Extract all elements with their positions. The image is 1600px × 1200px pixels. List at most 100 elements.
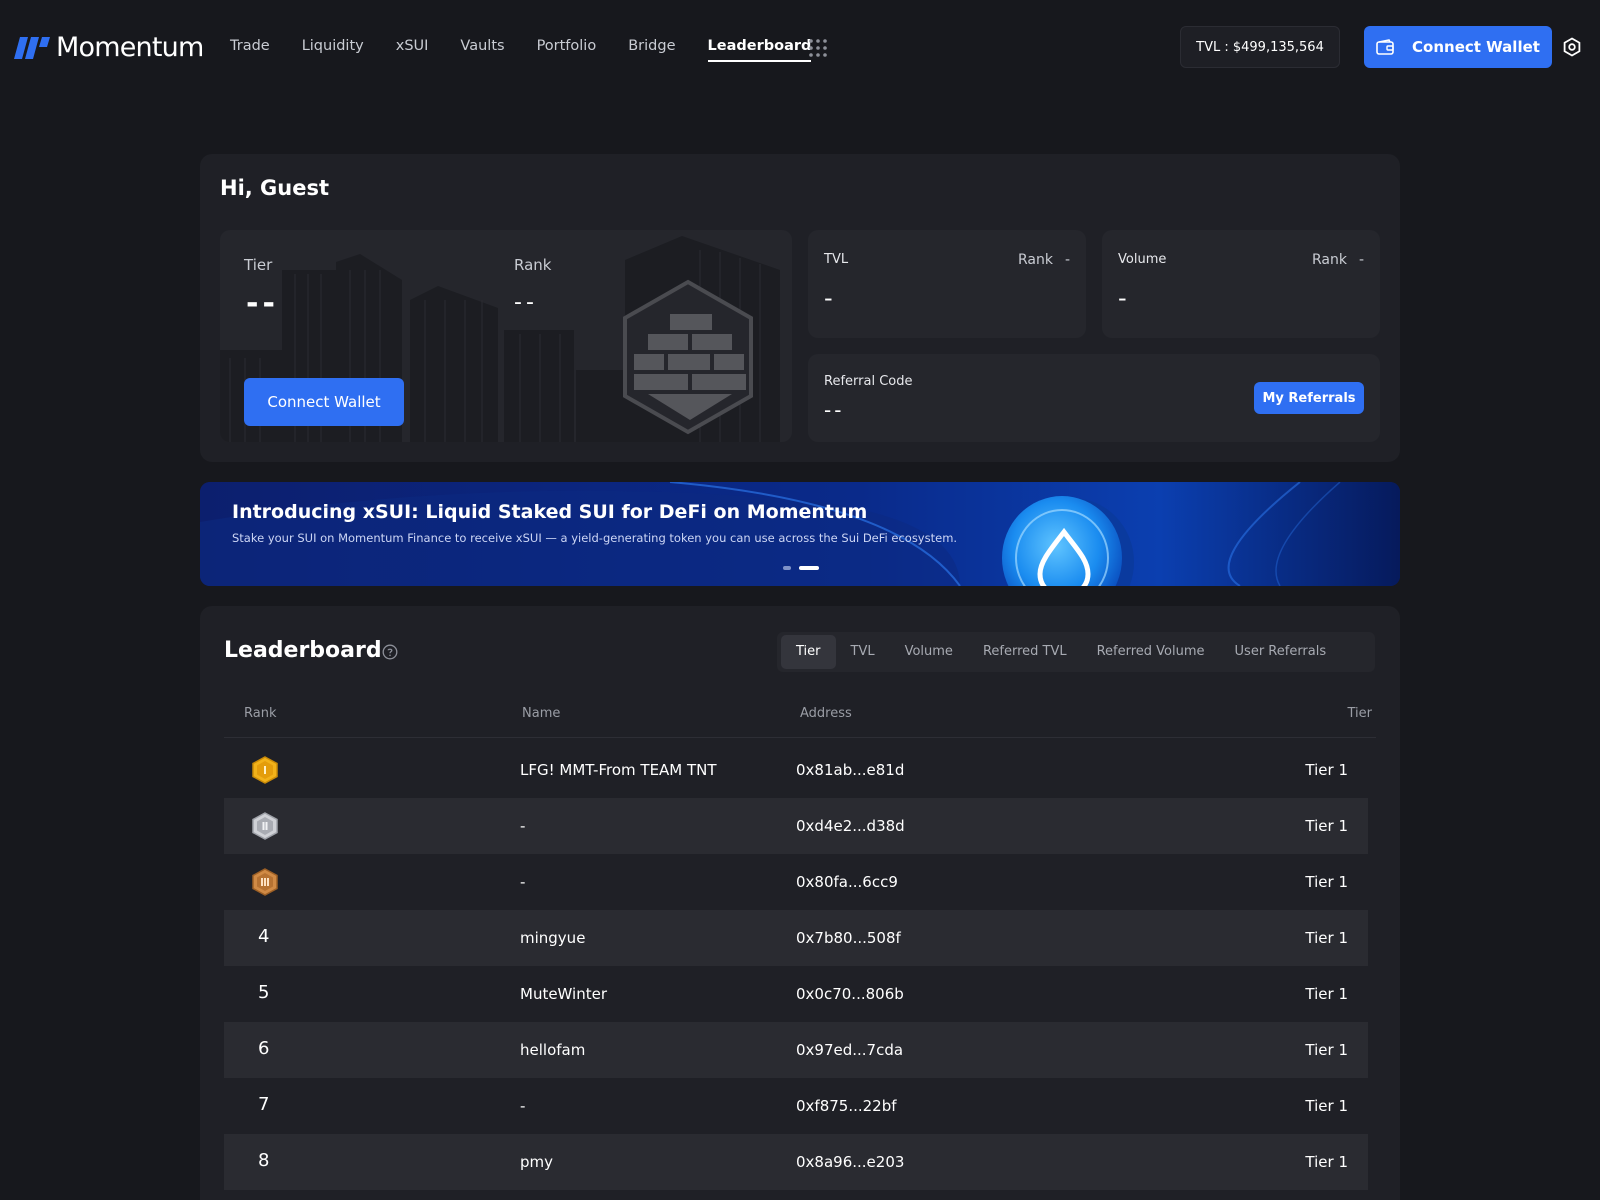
tab-user-referrals[interactable]: User Referrals: [1220, 635, 1342, 669]
column-tier[interactable]: Tier: [1348, 706, 1373, 721]
row-name: -: [520, 873, 526, 891]
greeting-text: Hi, Guest: [220, 176, 330, 200]
row-name: -: [520, 1097, 526, 1115]
apps-grid-icon[interactable]: [809, 39, 827, 57]
silver-medal-icon: [252, 812, 278, 840]
rank-value: --: [514, 290, 538, 315]
column-rank[interactable]: Rank: [244, 706, 276, 721]
row-name: mingyue: [520, 929, 586, 947]
column-name[interactable]: Name: [522, 706, 560, 721]
carousel-dot-2[interactable]: [799, 566, 819, 570]
my-referrals-button[interactable]: My Referrals: [1254, 382, 1364, 414]
tvl-label: TVL: [824, 252, 849, 267]
row-address[interactable]: 0xd4e2...d38d: [796, 817, 905, 835]
nav-vaults[interactable]: Vaults: [460, 36, 504, 62]
table-row[interactable]: LFG! MMT-From TEAM TNT 0x81ab...e81d Tie…: [224, 742, 1368, 798]
volume-rank-value: -: [1358, 252, 1364, 268]
tvl-card: TVL Rank - -: [808, 230, 1086, 338]
volume-rank-label: Rank: [1311, 252, 1347, 268]
row-address[interactable]: 0x8a96...e203: [796, 1153, 904, 1171]
table-header: Rank Name Address Tier: [224, 694, 1376, 738]
row-rank: 8: [258, 1150, 270, 1171]
row-tier: Tier 1: [1305, 1153, 1348, 1171]
column-address[interactable]: Address: [800, 706, 852, 721]
tier-card: Tier -- Rank -- Connect Wallet: [220, 230, 792, 442]
nav-leaderboard[interactable]: Leaderboard: [707, 36, 812, 62]
tab-tvl[interactable]: TVL: [836, 635, 890, 669]
nav-bridge[interactable]: Bridge: [628, 36, 675, 62]
table-row[interactable]: - 0x80fa...6cc9 Tier 1: [224, 854, 1368, 910]
help-icon[interactable]: [382, 644, 398, 660]
row-rank: 7: [258, 1094, 270, 1115]
tab-referred-volume[interactable]: Referred Volume: [1082, 635, 1220, 669]
referral-code-value: --: [824, 398, 845, 422]
row-name: -: [520, 817, 526, 835]
profile-panel: Hi, Guest Tier -- Rank -- Connect Wallet…: [200, 154, 1400, 462]
top-navbar: Momentum Trade Liquidity xSUI Vaults Por…: [0, 0, 1600, 94]
row-tier: Tier 1: [1305, 817, 1348, 835]
bronze-medal-icon: [252, 868, 278, 896]
tvl-display: TVL : $499,135,564: [1180, 26, 1340, 68]
banner-title: Introducing xSUI: Liquid Staked SUI for …: [232, 501, 868, 523]
row-rank: 6: [258, 1038, 270, 1059]
row-address[interactable]: 0x81ab...e81d: [796, 761, 904, 779]
nav-portfolio[interactable]: Portfolio: [537, 36, 597, 62]
row-address[interactable]: 0x0c70...806b: [796, 985, 904, 1003]
row-rank: 5: [258, 982, 270, 1003]
momentum-logo[interactable]: Momentum: [14, 33, 204, 63]
volume-rank: Rank -: [1312, 252, 1364, 268]
row-address[interactable]: 0xf875...22bf: [796, 1097, 897, 1115]
nav-liquidity[interactable]: Liquidity: [302, 36, 364, 62]
leaderboard-section: Leaderboard Tier TVL Volume Referred TVL…: [200, 606, 1400, 1200]
tab-volume[interactable]: Volume: [890, 635, 968, 669]
tier-connect-wallet-button[interactable]: Connect Wallet: [244, 378, 404, 426]
row-name: MuteWinter: [520, 985, 608, 1003]
row-name: pmy: [520, 1153, 554, 1171]
row-address[interactable]: 0x80fa...6cc9: [796, 873, 898, 891]
wallet-icon: [1376, 39, 1394, 55]
referral-card: Referral Code -- My Referrals: [808, 354, 1380, 442]
carousel-dot-1[interactable]: [783, 566, 791, 570]
nav-xsui[interactable]: xSUI: [396, 36, 429, 62]
row-tier: Tier 1: [1305, 929, 1348, 947]
row-address[interactable]: 0x97ed...7cda: [796, 1041, 903, 1059]
table-row[interactable]: 4 mingyue 0x7b80...508f Tier 1: [224, 910, 1368, 966]
connect-wallet-button[interactable]: Connect Wallet: [1364, 26, 1552, 68]
row-tier: Tier 1: [1305, 1097, 1348, 1115]
gold-medal-icon: [252, 756, 278, 784]
momentum-logo-icon: [14, 37, 50, 59]
referral-code-label: Referral Code: [824, 374, 913, 389]
tier-value: --: [246, 286, 279, 321]
table-row[interactable]: 8 pmy 0x8a96...e203 Tier 1: [224, 1134, 1368, 1190]
row-tier: Tier 1: [1305, 873, 1348, 891]
xsui-promo-banner[interactable]: Introducing xSUI: Liquid Staked SUI for …: [200, 482, 1400, 586]
tvl-rank-label: Rank: [1017, 252, 1053, 268]
rank-label: Rank: [514, 256, 552, 274]
row-name: LFG! MMT-From TEAM TNT: [520, 761, 717, 779]
banner-subtitle: Stake your SUI on Momentum Finance to re…: [232, 531, 958, 545]
leaderboard-title: Leaderboard: [224, 638, 382, 663]
row-tier: Tier 1: [1305, 1041, 1348, 1059]
table-row[interactable]: 7 - 0xf875...22bf Tier 1: [224, 1078, 1368, 1134]
settings-icon[interactable]: [1562, 37, 1582, 57]
row-name: hellofam: [520, 1041, 586, 1059]
tab-referred-tvl[interactable]: Referred TVL: [968, 635, 1082, 669]
volume-label: Volume: [1118, 252, 1167, 267]
tvl-rank-value: -: [1064, 252, 1070, 268]
row-rank: 4: [258, 926, 270, 947]
table-row[interactable]: - 0xd4e2...d38d Tier 1: [224, 798, 1368, 854]
main-nav: Trade Liquidity xSUI Vaults Portfolio Br…: [230, 36, 843, 62]
tab-tier[interactable]: Tier: [781, 635, 836, 669]
nav-trade[interactable]: Trade: [230, 36, 270, 62]
tier-label: Tier: [244, 256, 273, 274]
connect-wallet-label: Connect Wallet: [1412, 38, 1540, 56]
row-tier: Tier 1: [1305, 761, 1348, 779]
table-row[interactable]: 5 MuteWinter 0x0c70...806b Tier 1: [224, 966, 1368, 1022]
tvl-value: -: [824, 284, 833, 312]
volume-value: -: [1118, 284, 1127, 312]
tvl-rank: Rank -: [1018, 252, 1070, 268]
table-row[interactable]: 6 hellofam 0x97ed...7cda Tier 1: [224, 1022, 1368, 1078]
row-address[interactable]: 0x7b80...508f: [796, 929, 901, 947]
volume-card: Volume Rank - -: [1102, 230, 1380, 338]
row-tier: Tier 1: [1305, 985, 1348, 1003]
